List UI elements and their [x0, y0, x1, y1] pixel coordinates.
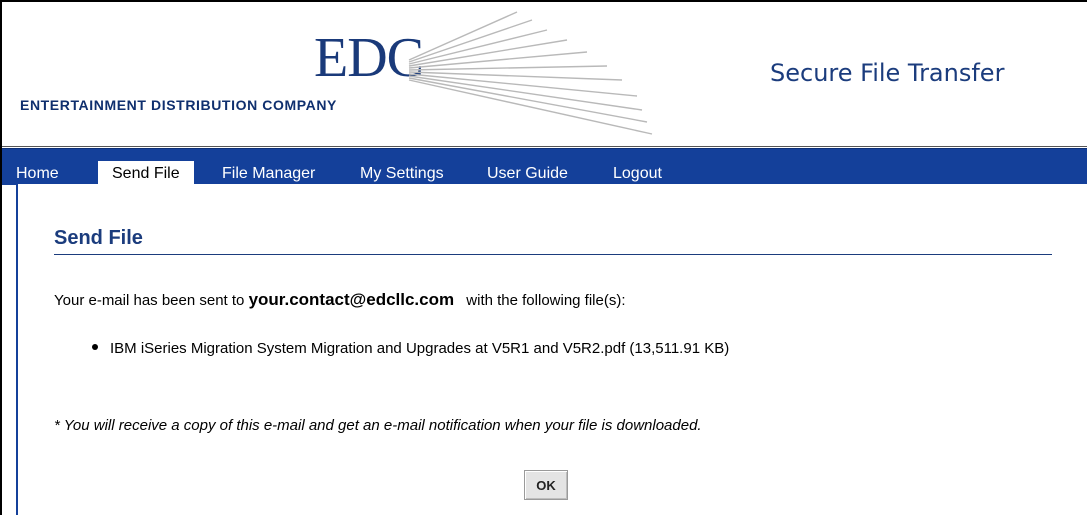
- ok-button[interactable]: OK: [524, 470, 568, 500]
- file-entry: IBM iSeries Migration System Migration a…: [110, 340, 730, 357]
- notification-note: * You will receive a copy of this e-mail…: [54, 417, 702, 434]
- site-header: EDC ENTERTAINMENT DISTRIBUTION COMPANY S…: [2, 2, 1087, 147]
- page-title: Send File: [54, 227, 143, 249]
- message-prefix: Your e-mail has been sent to: [54, 292, 245, 309]
- list-item: IBM iSeries Migration System Migration a…: [92, 340, 729, 357]
- message-suffix: with the following file(s):: [466, 292, 626, 309]
- app-title: Secure File Transfer: [770, 59, 1005, 87]
- nav-user-guide[interactable]: User Guide: [487, 161, 568, 185]
- nav-send-file[interactable]: Send File: [98, 161, 194, 185]
- logo-rays-graphic: [408, 11, 653, 135]
- nav-logout[interactable]: Logout: [613, 161, 662, 185]
- nav-file-manager[interactable]: File Manager: [222, 161, 315, 185]
- recipient-email: your.contact@edcllc.com: [248, 290, 455, 309]
- nav-home[interactable]: Home: [16, 161, 59, 185]
- header-divider: [2, 146, 1087, 147]
- nav-my-settings[interactable]: My Settings: [360, 161, 444, 185]
- main-nav: Home Send File File Manager My Settings …: [2, 148, 1087, 185]
- bullet-icon: [92, 344, 98, 351]
- heading-divider: [54, 254, 1052, 255]
- company-name: ENTERTAINMENT DISTRIBUTION COMPANY: [20, 97, 337, 113]
- content-panel: Send File Your e-mail has been sent to y…: [16, 184, 1087, 515]
- sent-file-list: IBM iSeries Migration System Migration a…: [92, 340, 729, 357]
- confirmation-message: Your e-mail has been sent to your.contac…: [54, 290, 626, 310]
